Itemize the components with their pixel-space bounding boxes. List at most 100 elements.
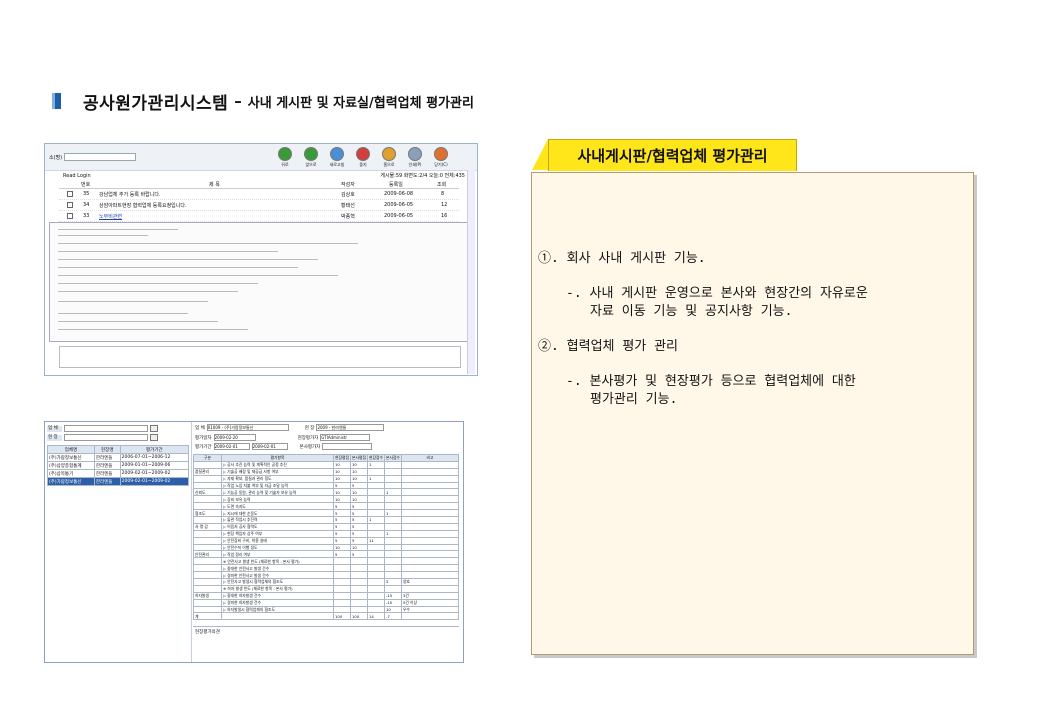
table-row[interactable]: 계 100 100 14 -7 — [193, 612, 460, 621]
score-cell-c[interactable] — [366, 591, 385, 600]
score-cell-c[interactable] — [366, 605, 385, 614]
score-cell-d[interactable] — [383, 467, 402, 476]
table-row[interactable]: ▷ 경미한 하자발생 건수 -10 5건 이상 — [193, 598, 460, 607]
score-cell-d[interactable] — [383, 543, 402, 552]
detail-company-input[interactable]: 01009 - (주)가람정보통신 — [206, 424, 289, 431]
score-cell-c[interactable] — [366, 571, 385, 580]
score-cell-c[interactable] — [366, 502, 385, 511]
score-cell-c[interactable] — [366, 522, 385, 531]
table-row[interactable]: ▷ 자재 확보, 품질과 관리 정도 10 10 1 — [193, 474, 460, 483]
score-cell-d[interactable]: -15 — [383, 591, 402, 600]
site-evaluator-input[interactable]: GTIAdministr — [320, 434, 371, 441]
score-cell-d[interactable]: -10 — [383, 598, 402, 607]
site-lookup-button[interactable] — [150, 434, 158, 441]
score-cell-c[interactable] — [366, 529, 385, 538]
company-filter-input[interactable] — [64, 425, 148, 432]
toolbar-back-button[interactable]: 뒤로 — [275, 147, 295, 168]
table-row[interactable]: ▷ 작업 노임 지불 여부 및 자금 조달 능력 5 5 — [193, 481, 460, 490]
table-row[interactable]: ▷ 안전사고 발생시 협력업체의 협조도 5 양호 — [193, 578, 460, 586]
table-row[interactable]: ▷ 현장 책임자 상주 여부 5 5 1 — [193, 529, 460, 538]
toolbar-forward-button[interactable]: 앞으로 — [301, 147, 321, 168]
score-cell-c[interactable]: 11 — [366, 536, 385, 545]
table-row[interactable]: (주)삼목통기 한라엔들 2009-02-01~2009-02 — [47, 469, 190, 478]
period-from-input[interactable]: 2009-02-01 — [213, 443, 250, 450]
toolbar-home-button[interactable]: 홈으로 — [379, 147, 399, 168]
table-row[interactable]: ▷ 안전수칙 이행 정도 10 10 — [193, 543, 460, 552]
table-row[interactable]: (주)삼양종합통계 한라엔들 2009-01-01~2009-06 — [47, 461, 190, 470]
score-cell-d[interactable] — [383, 516, 402, 524]
row-checkbox[interactable] — [67, 191, 73, 197]
score-cell-c[interactable] — [366, 598, 385, 607]
table-row[interactable]: ▷ 경미한 안전사고 발생 건수 — [193, 571, 460, 580]
table-row[interactable]: 사 명 감 ▷ 어음처 공사 협력도 5 5 — [193, 522, 460, 531]
table-row[interactable]: ▷ 도면 숙지도 5 5 — [193, 502, 460, 511]
table-row[interactable]: 35 강남업체 추가 등록 바랍니다. 김상호 2009-06-08 8 — [59, 189, 459, 200]
score-cell-d[interactable] — [383, 474, 402, 483]
score-cell-c[interactable]: 1 — [366, 460, 385, 469]
score-cell-d[interactable]: 1 — [383, 529, 402, 538]
table-row[interactable]: ▷ 장비 보유 능력 10 10 — [193, 495, 460, 504]
score-cell-c[interactable] — [366, 564, 385, 573]
score-cell-c[interactable] — [366, 557, 385, 566]
score-cell-c[interactable] — [366, 488, 385, 497]
site-opinion-area[interactable]: 현장평가의견 — [193, 626, 459, 661]
score-cell-c[interactable] — [366, 550, 385, 559]
table-row[interactable]: (주)가람정보통신 한라엔들 2006-07-01~2006-12 — [47, 453, 190, 462]
score-cell-d[interactable]: 1 — [383, 509, 402, 518]
score-cell-d[interactable] — [383, 564, 402, 573]
score-cell-d[interactable]: 5 — [383, 578, 402, 586]
toolbar-close-button[interactable]: 닫기(C) — [431, 147, 451, 168]
score-cell-c[interactable] — [366, 543, 385, 552]
score-cell-d[interactable] — [383, 557, 402, 566]
score-cell-d[interactable] — [383, 460, 402, 469]
table-row[interactable]: ※ 하자 발생 빈도 (체료한 항목 - 본사 평가) — [193, 584, 460, 593]
table-row[interactable]: 안전관리 ▷ 작업 정리 여부 5 5 — [193, 550, 460, 559]
table-row[interactable]: 협조도 ▷ 지시에 대한 순응도 5 5 1 — [193, 509, 460, 518]
score-cell-c[interactable]: 1 — [366, 516, 385, 524]
table-row[interactable]: 신뢰도 ▷ 기능공 동원, 관리 능력 및 기술자 보유 능력 10 10 1 — [193, 488, 460, 497]
score-cell-d[interactable] — [383, 550, 402, 559]
toolbar-stop-button[interactable]: 중지 — [353, 147, 373, 168]
score-cell-d[interactable] — [383, 536, 402, 545]
table-row-selected[interactable]: (주)가람정보통신 한라엔들 2009-02-01~2009-02 — [47, 477, 190, 486]
hq-evaluator-input[interactable] — [322, 443, 373, 450]
score-cell-d[interactable]: -7 — [383, 612, 402, 621]
table-row[interactable]: 품질관리 ▷ 기술공 배정 및 재공급 사항 여부 10 10 — [193, 467, 460, 476]
table-row[interactable]: ▷ 돌관 작업시 추진력 5 5 1 — [193, 516, 460, 524]
table-row[interactable]: ▷ 안전장비 구비, 착용 실태 5 5 11 — [193, 536, 460, 545]
table-row[interactable]: ▷ 하자발생시 협력업체의 협조도 10 우수 — [193, 605, 460, 614]
score-cell-d[interactable] — [383, 481, 402, 490]
score-cell-d[interactable] — [383, 571, 402, 580]
table-row[interactable]: 하자발생 ▷ 중대한 하자발생 건수 -15 3건 — [193, 591, 460, 600]
comment-textarea[interactable] — [59, 346, 461, 368]
eval-date-input[interactable]: 2009-02-20 — [213, 434, 256, 441]
site-filter-input[interactable] — [64, 434, 148, 441]
toolbar-refresh-button[interactable]: 새로고침 — [327, 147, 347, 168]
score-cell-d[interactable] — [383, 584, 402, 593]
score-cell-c[interactable] — [366, 584, 385, 593]
score-cell-d[interactable] — [383, 495, 402, 504]
row-checkbox[interactable] — [67, 213, 73, 219]
company-lookup-button[interactable] — [150, 425, 158, 432]
score-cell-c[interactable] — [366, 509, 385, 518]
score-cell-c[interactable]: 1 — [366, 474, 385, 483]
period-to-input[interactable]: 2009-02-01 — [251, 443, 288, 450]
score-cell-c[interactable] — [366, 578, 385, 586]
score-cell-d[interactable] — [383, 502, 402, 511]
table-row[interactable]: 33 노무비관련 박종혁 2009-06-05 16 — [59, 211, 459, 222]
score-cell-d[interactable]: 1 — [383, 488, 402, 497]
board-scrollbar[interactable] — [467, 170, 475, 374]
table-row[interactable]: ※ 안전사고 발생 빈도 (체료한 항목 - 본사 평가) — [193, 557, 460, 566]
table-row[interactable]: ▷ 중대한 안전사고 발생 건수 — [193, 564, 460, 573]
score-cell-c[interactable] — [366, 495, 385, 504]
toolbar-print-button[interactable]: 인쇄(P) — [405, 147, 425, 168]
score-cell-d[interactable]: 10 — [383, 605, 402, 614]
table-row[interactable]: 34 상암아파트현장 협력업체 등록요청입니다. 황태선 2009-06-05 … — [59, 200, 459, 211]
row-checkbox[interactable] — [67, 202, 73, 208]
detail-site-input[interactable]: 2009 - 한라엔들 — [316, 424, 385, 431]
board-search-input[interactable] — [64, 153, 137, 161]
table-row[interactable]: ▷ 공사 추진 능력 및 계획적인 공정 추진 10 10 1 — [193, 460, 460, 469]
score-cell-d[interactable] — [383, 522, 402, 531]
score-cell-c[interactable] — [366, 481, 385, 490]
score-cell-c[interactable]: 14 — [366, 612, 385, 621]
